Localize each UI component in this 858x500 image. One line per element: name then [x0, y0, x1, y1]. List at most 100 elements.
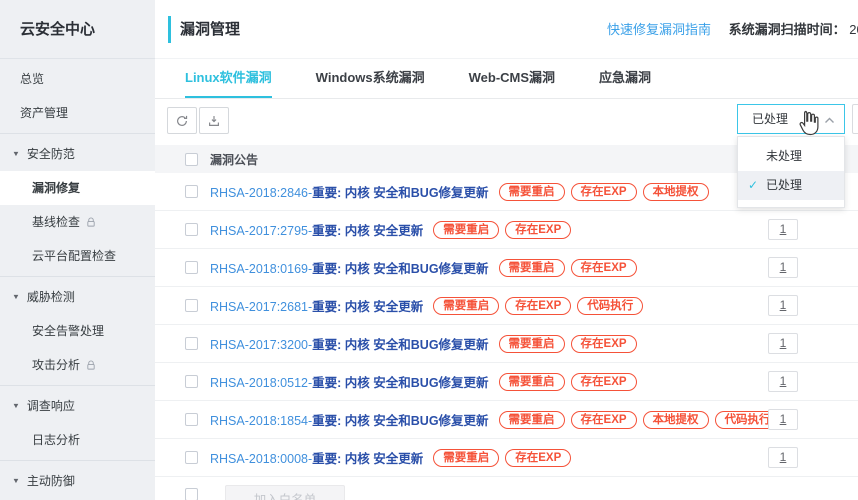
affected-count[interactable]: 1 — [768, 371, 798, 392]
sidebar-item[interactable]: 日志分析 — [0, 423, 155, 457]
vuln-announcement-link[interactable]: RHSA-2018:0008-重要: 内核 安全更新 — [210, 448, 423, 467]
sidebar-nav: 总览资产管理 ▼ 安全防范漏洞修复基线检查云平台配置检查 ▼ 威胁检测 安全告警处理攻击分… — [0, 59, 155, 500]
vuln-id: RHSA-2018:1854- — [210, 414, 313, 428]
sidebar-item[interactable]: ▼ 调查响应 — [0, 389, 155, 423]
sidebar-item[interactable]: 攻击分析 — [0, 348, 155, 382]
tag-list: 需要重启 存在EXP 代码执行 — [433, 296, 644, 315]
sidebar-item-label: 总览 — [20, 72, 45, 86]
row-checkbox[interactable] — [185, 413, 198, 426]
row-checkbox[interactable] — [185, 299, 198, 312]
scan-time-value: 2019年7月12 — [849, 22, 858, 37]
sidebar-item[interactable]: 基线检查 — [0, 205, 155, 239]
vuln-tag: 需要重启 — [498, 410, 565, 429]
vuln-announcement-link[interactable]: RHSA-2018:0512-重要: 内核 安全和BUG修复更新 — [210, 372, 489, 391]
tab[interactable]: Linux软件漏洞 — [185, 59, 272, 98]
download-button[interactable] — [199, 107, 229, 134]
select-all-checkbox[interactable] — [185, 152, 198, 166]
chevron-up-icon — [825, 117, 834, 123]
scan-time-label: 系统漏洞扫描时间： — [728, 22, 846, 37]
header-right: 快速修复漏洞指南 系统漏洞扫描时间： 2019年7月12 — [607, 0, 858, 59]
dropdown-option-label: 已处理 — [766, 178, 803, 192]
sidebar-item[interactable]: 资产管理 — [0, 96, 155, 130]
row-checkbox[interactable] — [185, 261, 198, 274]
row-checkbox[interactable] — [185, 185, 198, 198]
vuln-id: RHSA-2018:0169- — [210, 262, 313, 276]
tab[interactable]: Web-CMS漏洞 — [469, 59, 555, 98]
screen: 云安全中心 总览 资产管理 ▼ 安全防范 漏洞修复 基线检查 云平台配置检查 ▼ 威胁检测 安全告… — [0, 0, 858, 500]
sidebar-item-label: 日志分析 — [32, 433, 81, 447]
table-row: RHSA-2018:0008-重要: 内核 安全更新 需要重启 存在EXP 1 — [155, 439, 858, 477]
tab[interactable]: 应急漏洞 — [599, 59, 651, 98]
affected-count[interactable]: 1 — [768, 447, 798, 468]
vuln-tag: 本地提权 — [642, 182, 709, 201]
vuln-tag: 需要重启 — [433, 296, 500, 315]
tag-list: 需要重启 存在EXP — [498, 334, 637, 353]
table-row: RHSA-2017:2795-重要: 内核 安全更新 需要重启 存在EXP 1 — [155, 211, 858, 249]
vuln-title: 重要: 内核 安全和BUG修复更新 — [312, 376, 489, 390]
sidebar-item[interactable]: 云平台配置检查 — [0, 239, 155, 273]
sidebar-item[interactable]: ▼ 主动防御 — [0, 464, 155, 498]
status-filter-value: 已处理 — [752, 112, 789, 126]
vuln-title: 重要: 内核 安全更新 — [312, 300, 424, 314]
table-row: RHSA-2018:1854-重要: 内核 安全和BUG修复更新 需要重启 存在EX… — [155, 401, 858, 439]
tag-list: 需要重启 存在EXP 本地提权 代码执行 — [498, 410, 781, 429]
refresh-button[interactable] — [167, 107, 197, 134]
sidebar-item-label: 云平台配置检查 — [32, 249, 117, 263]
affected-count[interactable]: 1 — [768, 295, 798, 316]
vuln-tag: 存在EXP — [505, 220, 572, 239]
quick-fix-guide-link[interactable]: 快速修复漏洞指南 — [607, 22, 711, 37]
sidebar-divider — [0, 385, 155, 386]
sidebar-item-label: 攻击分析 — [32, 358, 81, 372]
status-filter-select[interactable]: 已处理 — [737, 104, 845, 134]
sidebar-divider — [0, 276, 155, 277]
vuln-tag: 存在EXP — [505, 448, 572, 467]
sidebar-item[interactable]: ▼ 安全防范 — [0, 137, 155, 171]
sidebar-divider — [0, 460, 155, 461]
dropdown-option[interactable]: 未处理 — [738, 142, 844, 171]
vuln-tag: 存在EXP — [570, 334, 637, 353]
vuln-announcement-link[interactable]: RHSA-2017:2795-重要: 内核 安全更新 — [210, 220, 423, 239]
vuln-announcement-link[interactable]: RHSA-2018:2846-重要: 内核 安全和BUG修复更新 — [210, 182, 489, 201]
affected-count[interactable]: 1 — [768, 257, 798, 278]
vuln-id: RHSA-2018:0512- — [210, 376, 313, 390]
download-icon — [209, 115, 219, 126]
vuln-id: RHSA-2017:2681- — [210, 300, 313, 314]
sidebar-divider — [0, 133, 155, 134]
affected-count[interactable]: 1 — [768, 409, 798, 430]
column-header-label: 漏洞公告 — [210, 152, 259, 167]
row-checkbox[interactable] — [185, 375, 198, 388]
vuln-announcement-link[interactable]: RHSA-2017:2681-重要: 内核 安全更新 — [210, 296, 423, 315]
vuln-announcement-link[interactable]: RHSA-2017:3200-重要: 内核 安全和BUG修复更新 — [210, 334, 489, 353]
vuln-tag: 存在EXP — [505, 296, 572, 315]
status-filter-dropdown: 未处理 ✓ 已处理 — [737, 136, 845, 208]
vuln-tag: 存在EXP — [570, 258, 637, 277]
vuln-tag: 存在EXP — [570, 410, 637, 429]
clipped-right-control[interactable] — [852, 104, 858, 134]
dropdown-option[interactable]: ✓ 已处理 — [738, 171, 844, 200]
vuln-announcement-link[interactable]: RHSA-2018:1854-重要: 内核 安全和BUG修复更新 — [210, 410, 489, 429]
sidebar-item[interactable]: 总览 — [0, 62, 155, 96]
lock-icon — [87, 360, 95, 370]
tag-list: 需要重启 存在EXP 本地提权 — [498, 182, 709, 201]
vuln-id: RHSA-2018:0008- — [210, 452, 313, 466]
triangle-down-icon: ▼ — [12, 292, 20, 301]
triangle-down-icon: ▼ — [12, 401, 20, 410]
row-checkbox[interactable] — [185, 451, 198, 464]
affected-count[interactable]: 1 — [768, 219, 798, 240]
add-whitelist-button[interactable]: 加入白名单 — [225, 485, 345, 500]
sidebar-item[interactable]: 漏洞修复 — [0, 171, 155, 205]
tab[interactable]: Windows系统漏洞 — [316, 59, 425, 98]
triangle-down-icon: ▼ — [12, 149, 20, 158]
sidebar-item[interactable]: ▼ 威胁检测 — [0, 280, 155, 314]
row-checkbox[interactable] — [185, 223, 198, 236]
vuln-announcement-link[interactable]: RHSA-2018:0169-重要: 内核 安全和BUG修复更新 — [210, 258, 489, 277]
vuln-tag: 本地提权 — [642, 410, 709, 429]
footer-select-checkbox[interactable] — [185, 488, 198, 500]
affected-count[interactable]: 1 — [768, 333, 798, 354]
vuln-title: 重要: 内核 安全更新 — [312, 224, 424, 238]
row-checkbox[interactable] — [185, 337, 198, 350]
sidebar-item[interactable]: 安全告警处理 — [0, 314, 155, 348]
sidebar-item-label: 漏洞修复 — [32, 181, 81, 195]
checkmark-icon: ✓ — [748, 178, 759, 192]
refresh-icon — [177, 115, 188, 126]
